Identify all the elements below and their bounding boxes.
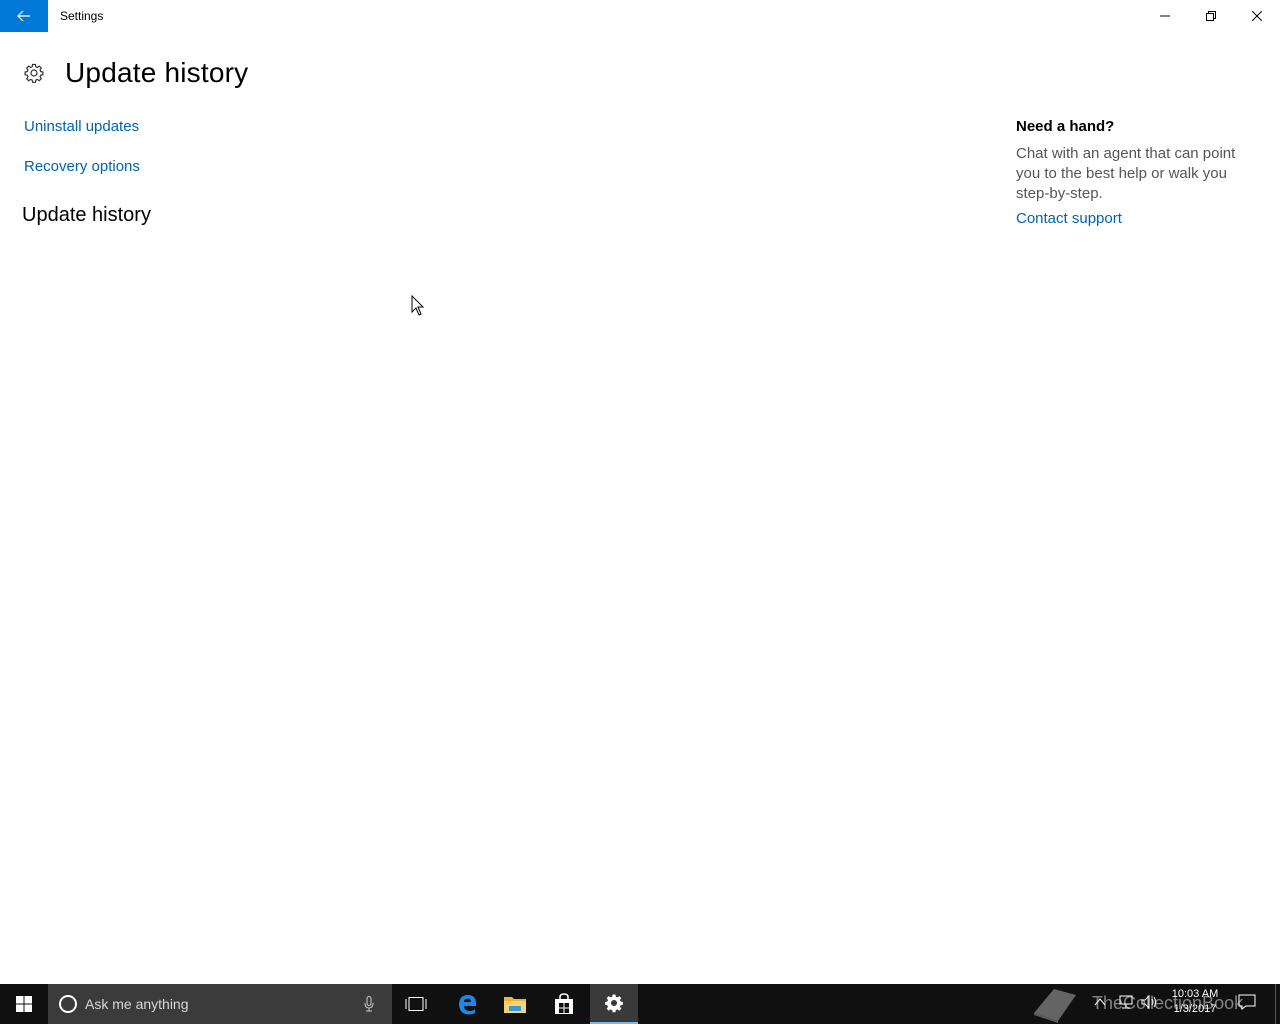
store-button[interactable]	[540, 984, 588, 1024]
contact-support-link[interactable]: Contact support	[1016, 210, 1122, 227]
show-desktop-button[interactable]	[1275, 984, 1276, 1024]
store-icon	[555, 993, 573, 1014]
minimize-icon	[1160, 15, 1170, 17]
cortana-icon	[59, 995, 77, 1013]
minimize-button[interactable]	[1142, 0, 1188, 32]
section-title: Update history	[22, 204, 151, 226]
title-bar: Settings	[0, 0, 1280, 32]
mouse-cursor-icon	[411, 295, 425, 316]
file-explorer-button[interactable]	[491, 984, 539, 1024]
page-header: Update history	[24, 56, 248, 90]
restore-icon	[1206, 11, 1216, 21]
page-title: Update history	[65, 57, 249, 88]
settings-taskbar-button[interactable]	[590, 984, 638, 1024]
restore-button[interactable]	[1188, 0, 1234, 32]
recovery-options-link[interactable]: Recovery options	[24, 158, 140, 175]
task-view-button[interactable]	[392, 984, 440, 1024]
close-button[interactable]	[1234, 0, 1280, 32]
edge-button[interactable]	[443, 984, 491, 1024]
start-button[interactable]	[0, 984, 48, 1024]
help-panel: Need a hand? Chat with an agent that can…	[1016, 118, 1256, 228]
network-icon[interactable]	[1118, 994, 1136, 1010]
settings-icon	[605, 994, 623, 1013]
help-title: Need a hand?	[1016, 118, 1115, 135]
file-explorer-icon	[504, 997, 526, 1013]
taskbar: Ask me anything	[0, 984, 1280, 1024]
edge-icon	[459, 995, 476, 1015]
microphone-icon[interactable]	[364, 996, 374, 1012]
clock[interactable]: 10:03 AM 1/3/2017	[1164, 987, 1226, 1017]
clock-time: 10:03 AM	[1171, 988, 1219, 1000]
chevron-up-icon[interactable]	[1094, 994, 1106, 1010]
task-view-icon	[405, 997, 427, 1011]
volume-icon[interactable]	[1141, 994, 1159, 1010]
action-center-icon[interactable]	[1238, 994, 1256, 1010]
clock-date: 1/3/2017	[1173, 1003, 1217, 1015]
back-arrow-icon	[17, 10, 30, 22]
search-placeholder: Ask me anything	[85, 996, 189, 1012]
help-text: Chat with an agent that can point you to…	[1016, 145, 1236, 202]
search-box[interactable]: Ask me anything	[48, 984, 392, 1024]
windows-logo-icon	[16, 996, 32, 1012]
back-button[interactable]	[0, 0, 48, 32]
gear-icon	[24, 63, 44, 83]
uninstall-updates-link[interactable]: Uninstall updates	[24, 118, 139, 135]
close-icon	[1252, 11, 1262, 21]
window-title: Settings	[60, 9, 104, 23]
